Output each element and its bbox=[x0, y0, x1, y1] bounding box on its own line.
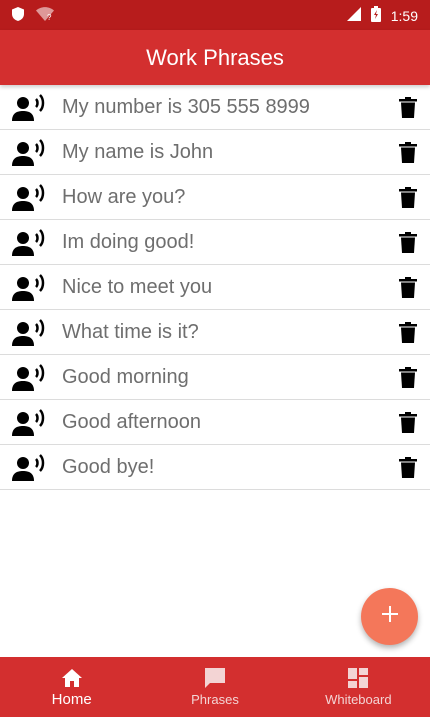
phrase-text[interactable]: What time is it? bbox=[62, 321, 199, 344]
phrase-row[interactable]: Good morning bbox=[0, 355, 430, 400]
speaker-icon[interactable] bbox=[12, 362, 48, 394]
phrase-text[interactable]: Good morning bbox=[62, 366, 189, 389]
phrase-row[interactable]: What time is it? bbox=[0, 310, 430, 355]
home-icon bbox=[60, 666, 84, 690]
signal-icon bbox=[346, 7, 361, 24]
speaker-icon[interactable] bbox=[12, 227, 48, 259]
delete-icon[interactable] bbox=[399, 322, 417, 343]
speaker-icon[interactable] bbox=[12, 92, 48, 124]
phrase-row[interactable]: My name is John bbox=[0, 130, 430, 175]
phrase-row[interactable]: Good afternoon bbox=[0, 400, 430, 445]
svg-text:?: ? bbox=[47, 13, 52, 21]
delete-icon[interactable] bbox=[399, 412, 417, 433]
delete-icon[interactable] bbox=[399, 142, 417, 163]
delete-icon[interactable] bbox=[399, 187, 417, 208]
phrase-text[interactable]: My name is John bbox=[62, 141, 213, 164]
speaker-icon[interactable] bbox=[12, 452, 48, 484]
plus-icon bbox=[381, 605, 399, 628]
speaker-icon[interactable] bbox=[12, 317, 48, 349]
wifi-icon: ? bbox=[36, 7, 54, 26]
app-bar: Work Phrases bbox=[0, 30, 430, 85]
status-time: 1:59 bbox=[390, 7, 418, 24]
speaker-icon[interactable] bbox=[12, 182, 48, 214]
phrase-row[interactable]: My number is 305 555 8999 bbox=[0, 85, 430, 130]
phrase-text[interactable]: Nice to meet you bbox=[62, 276, 212, 299]
phrase-text[interactable]: How are you? bbox=[62, 186, 185, 209]
nav-item-home[interactable]: Home bbox=[0, 657, 143, 717]
status-bar: ? 1:59 bbox=[0, 0, 430, 30]
nav-item-whiteboard[interactable]: Whiteboard bbox=[287, 657, 430, 717]
nav-label-phrases: Phrases bbox=[191, 692, 239, 707]
phrase-text[interactable]: My number is 305 555 8999 bbox=[62, 96, 310, 119]
battery-icon bbox=[370, 6, 381, 25]
page-title: Work Phrases bbox=[146, 44, 284, 70]
speaker-icon[interactable] bbox=[12, 272, 48, 304]
nav-item-phrases[interactable]: Phrases bbox=[143, 657, 286, 717]
phrase-text[interactable]: Im doing good! bbox=[62, 231, 194, 254]
phrase-row[interactable]: Good bye! bbox=[0, 445, 430, 490]
delete-icon[interactable] bbox=[399, 232, 417, 253]
nav-label-home: Home bbox=[51, 691, 92, 708]
nav-label-whiteboard: Whiteboard bbox=[325, 692, 392, 707]
bottom-nav: Home Phrases Whiteboard bbox=[0, 657, 430, 717]
shield-icon bbox=[12, 7, 24, 26]
dashboard-icon bbox=[346, 666, 370, 690]
delete-icon[interactable] bbox=[399, 277, 417, 298]
phrase-text[interactable]: Good bye! bbox=[62, 456, 154, 479]
phrase-text[interactable]: Good afternoon bbox=[62, 411, 201, 434]
delete-icon[interactable] bbox=[399, 97, 417, 118]
phrase-row[interactable]: How are you? bbox=[0, 175, 430, 220]
speaker-icon[interactable] bbox=[12, 407, 48, 439]
chat-icon bbox=[203, 666, 227, 690]
phrase-row[interactable]: Im doing good! bbox=[0, 220, 430, 265]
phrase-list: My number is 305 555 8999 My name is Joh… bbox=[0, 85, 430, 490]
delete-icon[interactable] bbox=[399, 457, 417, 478]
add-phrase-button[interactable] bbox=[361, 588, 418, 645]
phrase-row[interactable]: Nice to meet you bbox=[0, 265, 430, 310]
speaker-icon[interactable] bbox=[12, 137, 48, 169]
delete-icon[interactable] bbox=[399, 367, 417, 388]
